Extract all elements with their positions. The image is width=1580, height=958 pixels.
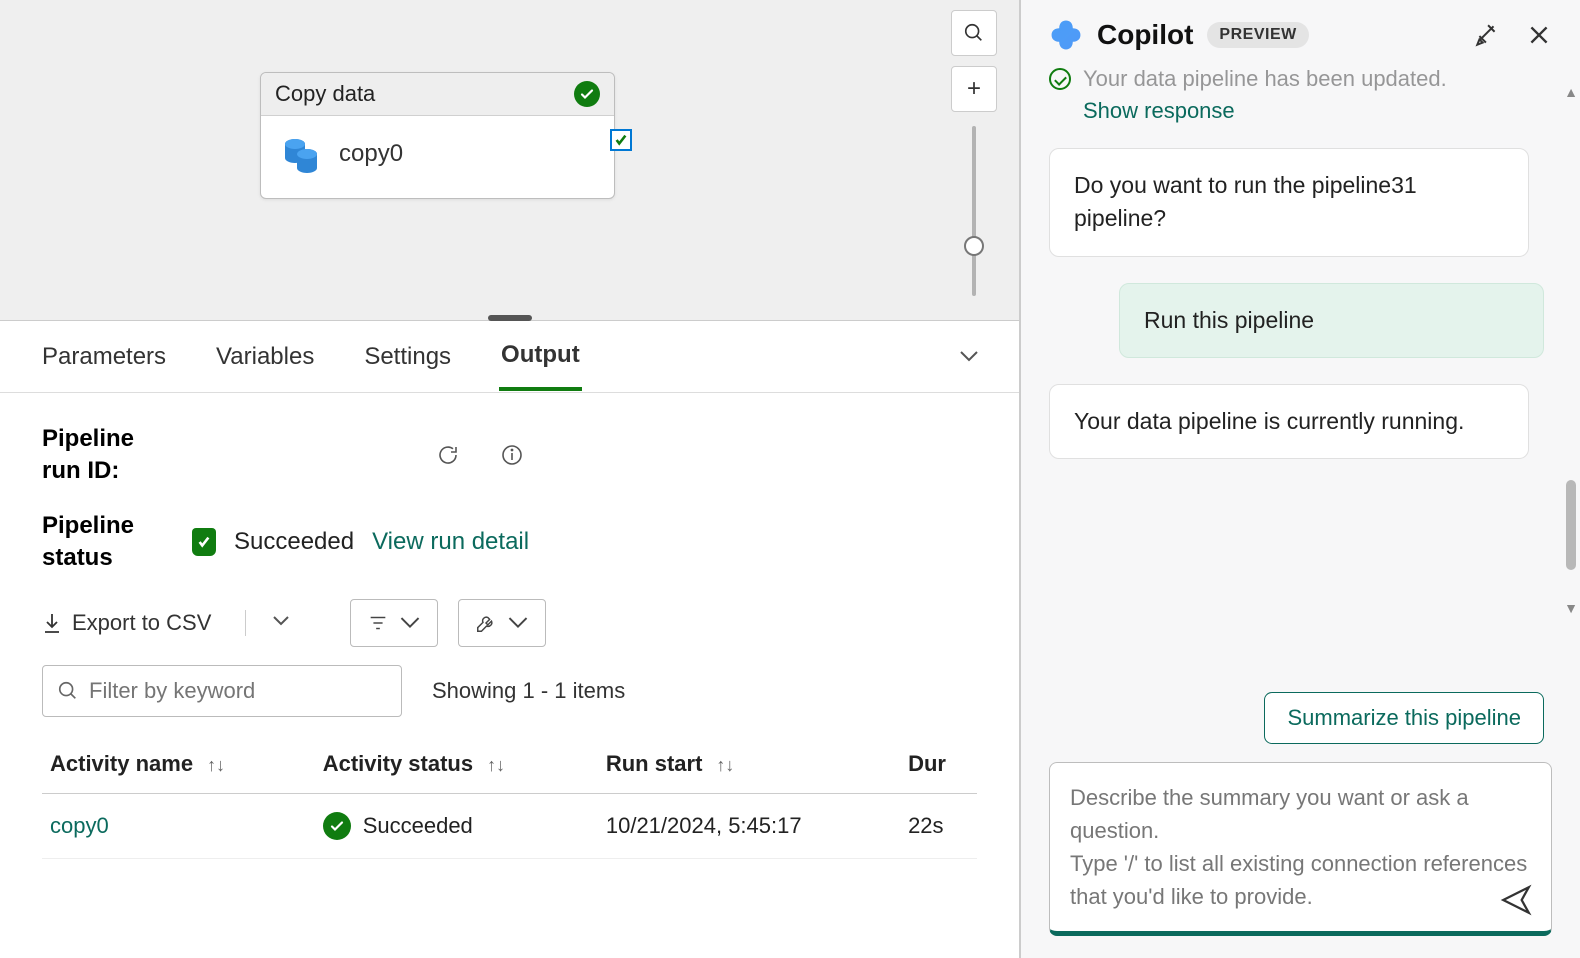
main-pane: Copy data copy0 [0,0,1020,958]
activity-status-cell: Succeeded [363,813,473,839]
suggestion-chip[interactable]: Summarize this pipeline [1264,692,1544,744]
assistant-message: Your data pipeline is currently running. [1049,384,1529,459]
bottom-panel: Parameters Variables Settings Output Pip… [0,320,1019,958]
filter-keyword-field[interactable] [42,665,402,717]
activities-table: Activity name↑↓ Activity status↑↓ Run st… [42,735,977,859]
copilot-pane: Copilot PREVIEW Your data pipeline has b… [1020,0,1580,958]
add-activity-button[interactable]: + [951,66,997,112]
copilot-header: Copilot PREVIEW [1021,0,1580,60]
copilot-input-placeholder: Describe the summary you want or ask a q… [1070,781,1531,913]
panel-resize-handle[interactable] [488,315,532,321]
panel-tabs: Parameters Variables Settings Output [0,321,1019,393]
user-message: Run this pipeline [1119,283,1544,358]
filter-columns-button[interactable] [350,599,438,647]
tab-variables[interactable]: Variables [214,325,316,389]
table-row[interactable]: copy0 Succeeded 10/21/2024, 5:45:17 22s [42,793,977,858]
status-shield-icon [192,528,216,556]
activity-node-body: copy0 [261,116,614,198]
copilot-logo-icon [1049,18,1083,52]
export-csv-label: Export to CSV [72,610,211,636]
zoom-slider[interactable] [972,126,976,296]
show-response-link[interactable]: Show response [1083,98,1544,124]
database-icon [281,134,321,174]
info-icon[interactable] [495,438,529,472]
run-start-cell: 10/21/2024, 5:45:17 [598,793,900,858]
wrench-icon [475,612,497,634]
activity-node-name: copy0 [339,140,403,168]
search-canvas-button[interactable] [951,10,997,56]
divider [245,610,246,636]
activity-selected-checkbox[interactable] [610,129,632,151]
copilot-scrollbar[interactable]: ▲ ▼ [1564,100,1576,600]
export-csv-button[interactable]: Export to CSV [42,610,211,636]
activity-node-header: Copy data [261,73,614,116]
assistant-message: Do you want to run the pipeline31 pipeli… [1049,148,1529,257]
search-icon [57,680,79,702]
col-duration[interactable]: Dur [900,735,977,794]
scroll-down-icon[interactable]: ▼ [1564,600,1578,616]
activity-node-copy-data[interactable]: Copy data copy0 [260,72,615,199]
chevron-down-icon [399,612,421,634]
tab-settings[interactable]: Settings [362,325,453,389]
clear-chat-icon[interactable] [1474,22,1500,48]
col-activity-status[interactable]: Activity status↑↓ [315,735,598,794]
chevron-down-icon [507,612,529,634]
close-icon[interactable] [1526,22,1552,48]
download-icon [42,612,62,634]
zoom-slider-thumb[interactable] [964,236,984,256]
activity-node-title: Copy data [275,81,375,107]
filter-icon [367,612,389,634]
export-options-dropdown[interactable] [272,614,290,632]
tab-output[interactable]: Output [499,323,582,391]
col-activity-name[interactable]: Activity name↑↓ [42,735,315,794]
success-icon [574,81,600,107]
activity-name-cell[interactable]: copy0 [50,813,109,838]
copilot-input[interactable]: Describe the summary you want or ask a q… [1049,762,1552,936]
send-button[interactable] [1499,883,1533,917]
copilot-messages: Your data pipeline has been updated. Sho… [1021,60,1580,692]
success-icon [323,812,351,840]
refresh-button[interactable] [431,438,465,472]
copilot-title: Copilot [1097,19,1193,51]
duration-cell: 22s [900,793,977,858]
output-content: Pipeline run ID: Pipeline status [0,393,1019,958]
run-id-label: Pipeline run ID: [42,423,162,488]
col-run-start[interactable]: Run start↑↓ [598,735,900,794]
tab-parameters[interactable]: Parameters [40,325,168,389]
previous-message-tail: Your data pipeline has been updated. [1049,66,1544,92]
view-run-detail-link[interactable]: View run detail [372,528,529,556]
success-outline-icon [1049,68,1071,90]
filter-keyword-input[interactable] [89,678,387,704]
status-label: Pipeline status [42,510,162,575]
scrollbar-thumb[interactable] [1566,480,1576,570]
preview-badge: PREVIEW [1207,22,1308,48]
collapse-panel-button[interactable] [959,344,979,370]
pipeline-status-value: Succeeded [234,528,354,556]
items-count: Showing 1 - 1 items [432,678,625,704]
scroll-up-icon[interactable]: ▲ [1564,84,1578,100]
settings-tools-button[interactable] [458,599,546,647]
pipeline-canvas[interactable]: Copy data copy0 [0,0,1019,320]
